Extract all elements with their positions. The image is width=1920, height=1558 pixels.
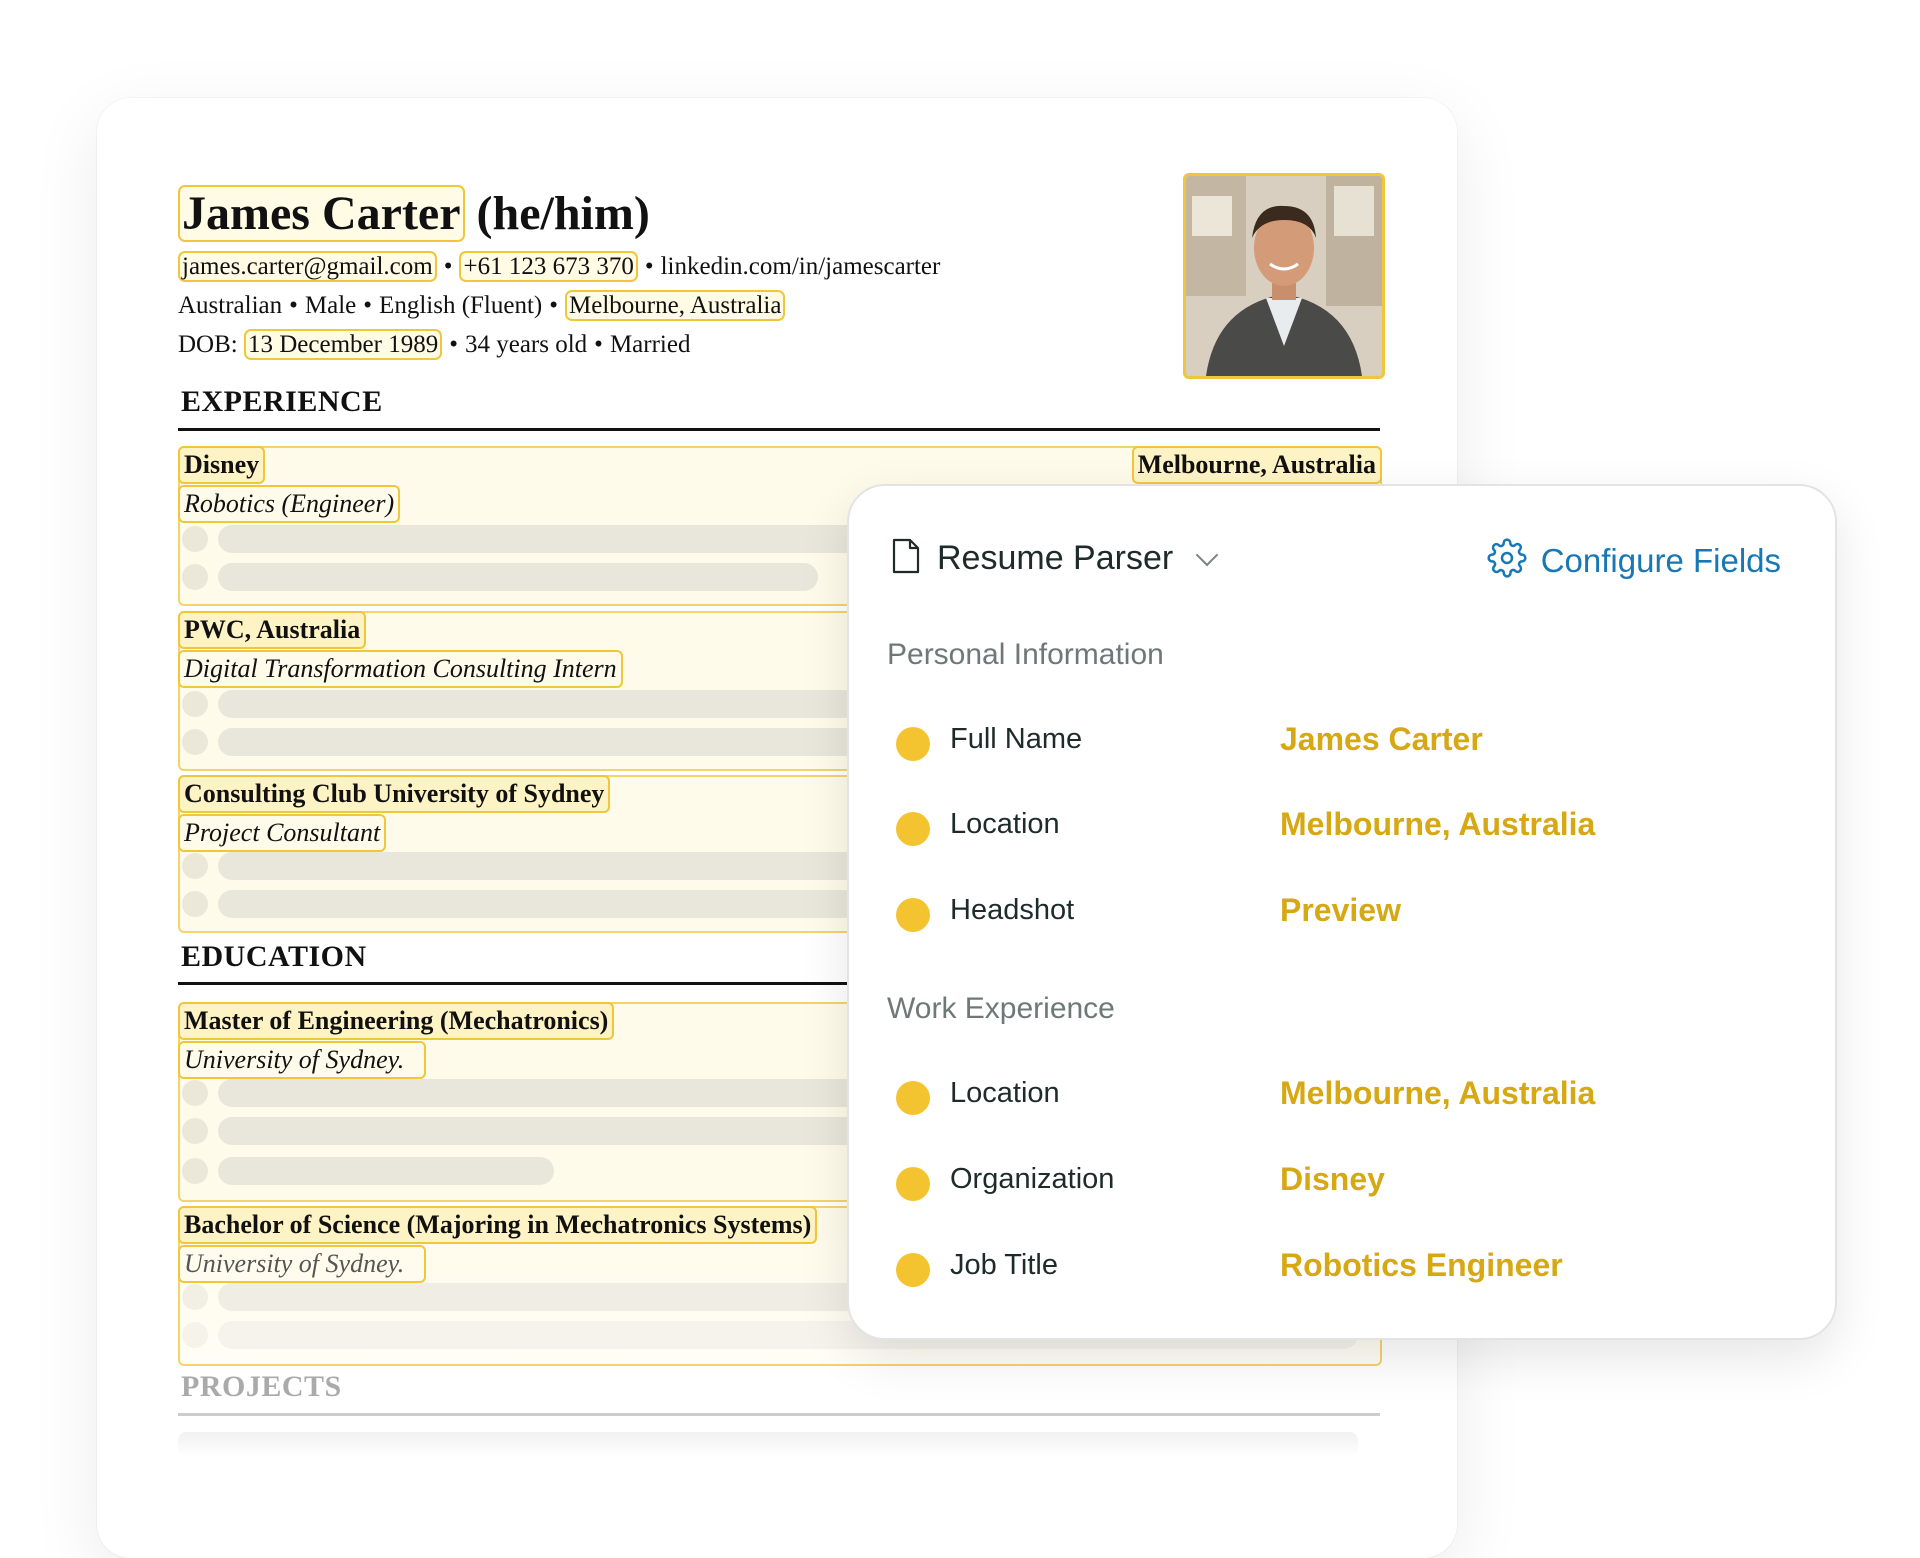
education-school: University of Sydney. <box>178 1245 427 1283</box>
resume-nationality: Australian <box>178 292 283 319</box>
experience-location: Melbourne, Australia <box>1131 446 1382 484</box>
resume-email: james.carter@gmail.com <box>178 251 437 282</box>
field-value: Melbourne, Australia <box>1280 806 1596 842</box>
section-experience-heading: EXPERIENCE <box>181 385 383 418</box>
gear-icon <box>1487 538 1527 583</box>
field-row-full-name: Full Name James Carter <box>896 718 1796 768</box>
education-school: University of Sydney. <box>178 1041 427 1079</box>
education-degree: Master of Engineering (Mechatronics) <box>178 1002 615 1040</box>
resume-pronouns: (he/him) <box>476 187 650 240</box>
experience-role: Digital Transformation Consulting Intern <box>178 650 623 688</box>
resume-parser-panel: Resume Parser Configure Fields Personal … <box>847 484 1837 1340</box>
experience-divider <box>178 428 1380 431</box>
resume-headshot <box>1183 173 1385 379</box>
field-label: Job Title <box>950 1249 1058 1281</box>
resume-contact-line: james.carter@gmail.com • +61 123 673 370 • l… <box>178 251 940 283</box>
education-degree: Bachelor of Science (Majoring in Mechatr… <box>178 1206 818 1244</box>
field-label: Full Name <box>950 723 1083 755</box>
field-value: Disney <box>1280 1161 1385 1197</box>
placeholder-bullet <box>182 564 208 590</box>
configure-fields-label: Configure Fields <box>1540 541 1781 579</box>
experience-org: Consulting Club University of Sydney <box>178 775 611 813</box>
field-label: Organization <box>950 1163 1115 1195</box>
configure-fields-button[interactable]: Configure Fields <box>1487 538 1781 583</box>
field-value: James Carter <box>1280 721 1483 757</box>
resume-name-line: James Carter (he/him) <box>178 185 650 242</box>
faded-project-line <box>178 1432 1358 1456</box>
placeholder-bullet <box>182 1080 208 1106</box>
placeholder-bullet <box>182 729 208 755</box>
resume-linkedin: linkedin.com/in/jamescarter <box>660 253 941 280</box>
resume-name: James Carter <box>178 185 465 242</box>
field-row-location: Location Melbourne, Australia <box>896 1072 1796 1122</box>
resume-dob-label: DOB: <box>178 331 238 358</box>
group-label-work: Work Experience <box>887 992 1115 1025</box>
field-row-organization: Organization Disney <box>896 1158 1796 1208</box>
placeholder-bullet <box>182 853 208 879</box>
resume-age: 34 years old <box>464 331 588 358</box>
placeholder-bullet <box>182 1322 208 1348</box>
resume-location: Melbourne, Australia <box>565 290 786 321</box>
field-value: Melbourne, Australia <box>1280 1075 1596 1111</box>
field-value: Robotics Engineer <box>1280 1247 1563 1283</box>
experience-org: PWC, Australia <box>178 611 367 649</box>
experience-role: Project Consultant <box>178 814 387 852</box>
resume-dob-line: DOB: 13 December 1989 • 34 years old • Marri… <box>178 329 691 360</box>
experience-org: Disney <box>178 446 266 484</box>
section-education-heading: EDUCATION <box>181 940 367 973</box>
status-dot <box>896 1253 930 1287</box>
resume-dob: 13 December 1989 <box>243 329 443 360</box>
resume-language: English (Fluent) <box>379 292 543 319</box>
document-icon <box>891 538 921 579</box>
placeholder-bullet <box>182 691 208 717</box>
resume-marital: Married <box>609 331 691 358</box>
section-projects-heading: PROJECTS <box>181 1370 342 1403</box>
placeholder-line <box>218 563 818 591</box>
group-label-personal: Personal Information <box>887 638 1164 671</box>
placeholder-line <box>218 1157 554 1185</box>
parser-title: Resume Parser <box>937 539 1174 577</box>
field-row-job-title: Job Title Robotics Engineer <box>896 1244 1796 1294</box>
status-dot <box>896 1167 930 1201</box>
placeholder-bullet <box>182 891 208 917</box>
field-label: Headshot <box>950 894 1075 926</box>
placeholder-bullet <box>182 1284 208 1310</box>
status-dot <box>896 898 930 932</box>
status-dot <box>896 812 930 846</box>
headshot-preview-link[interactable]: Preview <box>1280 892 1401 929</box>
experience-role: Robotics (Engineer) <box>178 485 401 523</box>
field-label: Location <box>950 1077 1060 1109</box>
status-dot <box>896 1081 930 1115</box>
field-row-location: Location Melbourne, Australia <box>896 803 1796 853</box>
projects-divider <box>178 1413 1380 1416</box>
placeholder-bullet <box>182 1118 208 1144</box>
parser-selector[interactable]: Resume Parser <box>891 538 1219 579</box>
chevron-down-icon <box>1195 543 1219 566</box>
resume-phone: +61 123 673 370 <box>459 251 638 282</box>
resume-details-line: Australian • Male • English (Fluent) • Melbour… <box>178 290 786 322</box>
status-dot <box>896 727 930 761</box>
resume-gender: Male <box>304 292 357 319</box>
placeholder-bullet <box>182 526 208 552</box>
field-label: Location <box>950 808 1060 840</box>
placeholder-bullet <box>182 1158 208 1184</box>
field-row-headshot: Headshot Preview <box>896 889 1796 939</box>
